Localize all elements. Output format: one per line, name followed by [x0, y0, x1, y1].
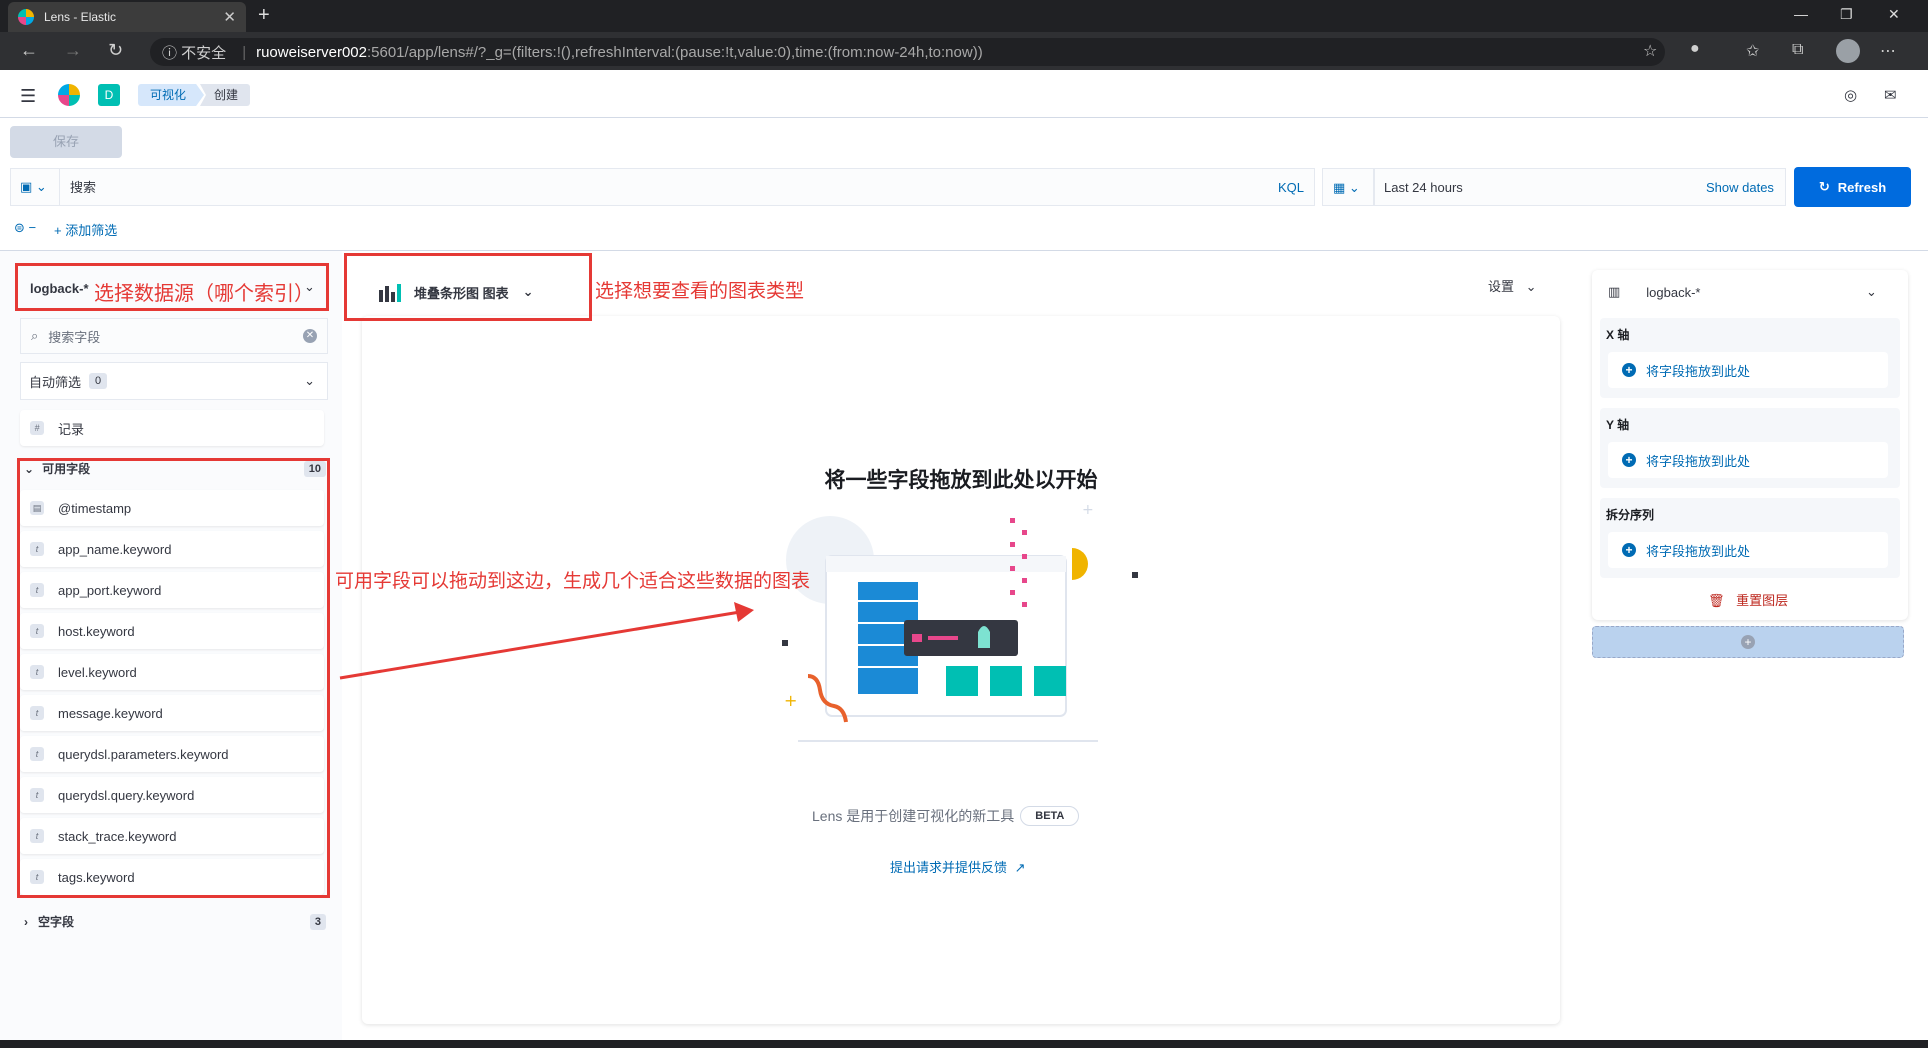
clear-icon[interactable]: ✕ [303, 329, 317, 343]
annotation-box-chart-type [344, 253, 592, 321]
empty-state-title: 将一些字段拖放到此处以开始 [824, 469, 1098, 492]
reset-layer-button[interactable]: 🗑 重置图层 [1708, 590, 1788, 609]
refresh-label: Refresh [1837, 179, 1887, 195]
help-icon[interactable]: ◎ [1844, 86, 1857, 104]
save-button[interactable]: 保存 [10, 126, 122, 158]
chevron-down-icon: ⌄ [304, 373, 315, 388]
add-layer-button[interactable]: + [1592, 626, 1904, 658]
url-host: ruoweiserver002 [256, 43, 367, 61]
chevron-right-icon: › [24, 914, 28, 929]
feedback-link[interactable]: 提出请求并提供反馈 ↗ [890, 857, 1026, 876]
saved-query-icon[interactable]: ▣ ⌄ [10, 168, 60, 206]
restore-icon[interactable]: ❐ [1840, 6, 1853, 23]
date-range-text[interactable]: Last 24 hours [1384, 180, 1463, 195]
menu-icon[interactable]: ☰ [20, 86, 36, 107]
annotation-arrow [339, 602, 754, 680]
profile-avatar[interactable] [1836, 39, 1860, 63]
y-axis-label: Y 轴 [1606, 418, 1630, 432]
field-records[interactable]: # 记录 [20, 410, 324, 446]
add-filter-link[interactable]: + 添加筛选 [54, 220, 117, 239]
browser-tab-bar [0, 0, 1928, 32]
drop-hint: 将字段拖放到此处 [1646, 543, 1751, 559]
window-close-icon[interactable]: ✕ [1888, 6, 1900, 23]
search-input[interactable] [70, 168, 1250, 206]
field-name: 记录 [58, 421, 85, 437]
plus-icon: + [1622, 453, 1636, 467]
svg-text:+: + [784, 691, 797, 710]
external-link-icon: ↗ [1014, 860, 1026, 875]
layer-index-name: logback-* [1646, 284, 1701, 300]
refresh-button[interactable]: ↻ Refresh [1794, 167, 1911, 207]
empty-fields-header[interactable]: › 空字段 3 [24, 913, 326, 930]
beta-badge: BETA [1020, 806, 1080, 826]
y-axis-dropzone[interactable]: + 将字段拖放到此处 [1608, 442, 1888, 478]
plus-icon: + [1622, 363, 1636, 377]
tab-close-icon[interactable]: ✕ [223, 8, 236, 26]
number-type-icon: # [30, 421, 44, 435]
auto-filter-label: 自动筛选 [29, 374, 82, 390]
lens-description-text: Lens 是用于创建可视化的新工具 [812, 808, 1015, 824]
favorite-star-icon[interactable]: ☆ [1643, 41, 1657, 61]
tab-title: Lens - Elastic [44, 10, 117, 24]
kql-toggle[interactable]: KQL [1278, 180, 1304, 195]
collections-icon[interactable]: ⧉ [1792, 41, 1803, 59]
extension-icon[interactable]: ● [1690, 40, 1700, 58]
url-path: :5601/app/lens#/?_g=(filters:!(),refresh… [366, 43, 983, 61]
plus-icon: + [1741, 635, 1755, 649]
index-icon: ▥ [1608, 284, 1621, 299]
breadcrumb-visualize[interactable]: 可视化 [138, 84, 205, 106]
refresh-icon: ↻ [1818, 179, 1830, 194]
trash-icon: 🗑 [1708, 593, 1725, 608]
insecure-label[interactable]: ⓘ 不安全 [162, 42, 226, 63]
lens-description: Lens 是用于创建可视化的新工具 BETA [812, 806, 1080, 826]
x-axis-label: X 轴 [1606, 328, 1630, 342]
reset-layer-label: 重置图层 [1736, 593, 1789, 608]
plus-icon: + [1622, 543, 1636, 557]
drag-drop-illustration: + + [782, 502, 1138, 742]
annotation-fields-hint: 可用字段可以拖动到这边，生成几个适合这些数据的图表 [335, 571, 811, 592]
reload-icon[interactable]: ↻ [108, 40, 123, 61]
forward-icon[interactable]: → [64, 40, 82, 61]
filter-icon[interactable]: ⊜ − [14, 220, 36, 236]
taskbar-strip [0, 1040, 1928, 1048]
show-dates-link[interactable]: Show dates [1706, 180, 1774, 195]
annotation-datasource: 选择数据源（哪个索引） [94, 283, 314, 305]
svg-text:+: + [1082, 502, 1094, 518]
back-icon[interactable]: ← [20, 40, 38, 61]
split-series-label: 拆分序列 [1606, 508, 1655, 522]
x-axis-dropzone[interactable]: + 将字段拖放到此处 [1608, 352, 1888, 388]
favorites-list-icon[interactable]: ✩ [1746, 41, 1759, 61]
new-tab-button[interactable]: + [258, 4, 270, 27]
empty-fields-count: 3 [309, 913, 326, 930]
split-series-dropzone[interactable]: + 将字段拖放到此处 [1608, 532, 1888, 568]
auto-filter-count: 0 [89, 373, 108, 389]
layer-index-selector[interactable]: ▥ logback-* [1608, 284, 1701, 300]
auto-filter-toggle[interactable]: 自动筛选 0 ⌄ [20, 362, 328, 400]
annotation-chart-type: 选择想要查看的图表类型 [595, 281, 805, 302]
breadcrumb-create: 创建 [200, 84, 251, 106]
kibana-header [0, 70, 1928, 118]
more-menu-icon[interactable]: ⋯ [1880, 41, 1896, 61]
field-search-placeholder: 搜索字段 [48, 329, 101, 345]
field-search-input[interactable]: ⌕ 搜索字段 ✕ [20, 318, 328, 354]
minimize-icon[interactable]: — [1794, 6, 1808, 22]
elastic-logo-icon[interactable] [58, 84, 80, 106]
drop-hint: 将字段拖放到此处 [1646, 363, 1751, 379]
drop-hint: 将字段拖放到此处 [1646, 453, 1751, 469]
empty-fields-label: 空字段 [38, 915, 75, 929]
elastic-favicon-icon [18, 9, 34, 25]
annotation-box-fields [17, 458, 330, 898]
settings-label: 设置 [1488, 279, 1515, 294]
search-icon: ⌕ [31, 328, 39, 343]
url-field[interactable]: ⓘ 不安全 | ruoweiserver002:5601/app/lens#/?… [150, 38, 1665, 66]
calendar-icon[interactable]: ▦ ⌄ [1322, 168, 1374, 206]
feedback-link-text: 提出请求并提供反馈 [890, 860, 1008, 875]
browser-tab[interactable]: Lens - Elastic ✕ [8, 2, 246, 32]
space-avatar[interactable]: D [98, 84, 120, 106]
mail-icon[interactable]: ✉ [1884, 86, 1897, 104]
settings-button[interactable]: 设置 ⌄ [1488, 276, 1537, 295]
chevron-down-icon[interactable]: ⌄ [1866, 284, 1877, 300]
chevron-down-icon: ⌄ [1525, 279, 1537, 294]
